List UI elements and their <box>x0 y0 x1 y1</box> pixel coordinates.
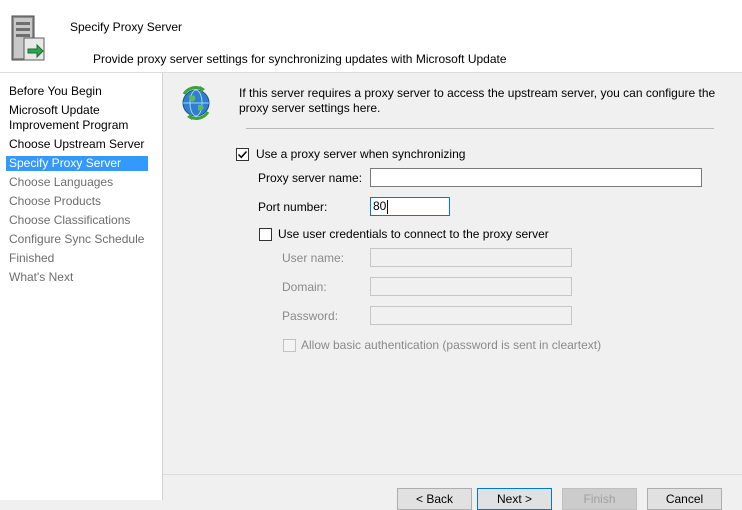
step-configure-sync-schedule: Configure Sync Schedule <box>9 232 145 246</box>
step-choose-classifications: Choose Classifications <box>9 213 131 227</box>
use-proxy-label[interactable]: Use a proxy server when synchronizing <box>256 147 465 161</box>
page-subtitle: Provide proxy server settings for synchr… <box>93 52 507 66</box>
port-number-label: Port number: <box>258 200 328 214</box>
use-credentials-checkbox[interactable] <box>259 228 272 241</box>
step-specify-proxy-server[interactable]: Specify Proxy Server <box>6 156 148 171</box>
user-name-field <box>370 248 572 267</box>
domain-field <box>370 277 572 296</box>
port-number-value: 80 <box>373 199 387 213</box>
globe-sync-icon <box>180 86 212 120</box>
proxy-server-name-label: Proxy server name: <box>258 171 363 185</box>
separator <box>246 128 714 129</box>
password-label: Password: <box>282 309 339 323</box>
use-proxy-checkbox[interactable] <box>236 148 249 161</box>
intro-text: If this server requires a proxy server t… <box>239 86 716 115</box>
basic-auth-label: Allow basic authentication (password is … <box>301 338 602 352</box>
password-field <box>370 306 572 325</box>
wizard-header: Specify Proxy Server Provide proxy serve… <box>0 0 742 73</box>
text-caret <box>387 199 389 214</box>
step-choose-languages: Choose Languages <box>9 175 114 189</box>
basic-auth-checkbox <box>283 339 296 352</box>
next-button[interactable]: Next > <box>477 488 552 510</box>
step-whats-next: What's Next <box>9 270 74 284</box>
wizard-steps-pane: Before You Begin Microsoft Update Improv… <box>0 73 163 500</box>
domain-label: Domain: <box>282 280 327 294</box>
user-name-label: User name: <box>282 251 345 265</box>
step-before-you-begin[interactable]: Before You Begin <box>9 84 159 99</box>
back-button[interactable]: < Back <box>397 488 472 510</box>
server-sync-icon <box>10 14 50 64</box>
use-credentials-label[interactable]: Use user credentials to connect to the p… <box>278 227 549 241</box>
port-number-field[interactable]: 80 <box>370 197 450 216</box>
step-finished: Finished <box>9 251 55 265</box>
page-title: Specify Proxy Server <box>70 20 183 34</box>
step-choose-products: Choose Products <box>9 194 102 208</box>
step-choose-upstream-server[interactable]: Choose Upstream Server <box>9 137 159 152</box>
step-microsoft-update-improvement-program[interactable]: Microsoft Update Improvement Program <box>9 103 134 133</box>
cancel-button[interactable]: Cancel <box>647 488 722 510</box>
finish-button: Finish <box>562 488 637 510</box>
proxy-server-name-field[interactable] <box>370 168 702 187</box>
